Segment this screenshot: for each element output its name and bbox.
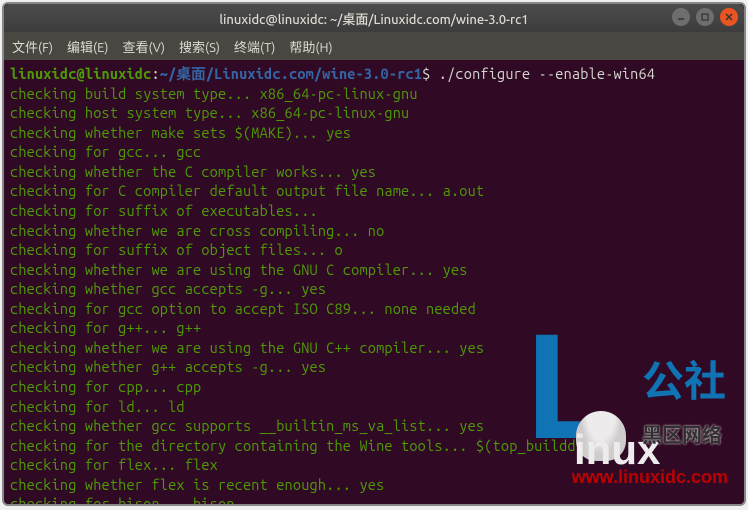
prompt-user-host: linuxidc@linuxidc <box>10 65 151 82</box>
command-text: ./configure --enable-win64 <box>439 65 655 82</box>
output-line: checking for suffix of object files... o <box>10 241 343 258</box>
output-line: checking for the directory containing th… <box>10 437 601 454</box>
output-line: checking for cpp... cpp <box>10 378 201 395</box>
terminal-output[interactable]: linuxidc@linuxidc:~/桌面/Linuxidc.com/wine… <box>4 60 744 506</box>
output-line: checking whether we are cross compiling.… <box>10 222 384 239</box>
output-line: checking for g++... g++ <box>10 319 201 336</box>
menu-bar: 文件(F) 编辑(E) 查看(V) 搜索(S) 终端(T) 帮助(H) <box>4 32 744 60</box>
output-line: checking whether g++ accepts -g... yes <box>10 358 326 375</box>
output-line: checking whether we are using the GNU C+… <box>10 339 484 356</box>
output-line: checking whether we are using the GNU C … <box>10 261 468 278</box>
output-line: checking for flex... flex <box>10 456 218 473</box>
menu-file[interactable]: 文件(F) <box>12 37 53 56</box>
menu-search[interactable]: 搜索(S) <box>179 37 220 56</box>
menu-help[interactable]: 帮助(H) <box>289 37 332 56</box>
output-line: checking host system type... x86_64-pc-l… <box>10 104 409 121</box>
output-line: checking for ld... ld <box>10 398 185 415</box>
output-line: checking build system type... x86_64-pc-… <box>10 85 418 102</box>
output-line: checking for gcc option to accept ISO C8… <box>10 300 476 317</box>
output-line: checking whether flex is recent enough..… <box>10 476 384 493</box>
prompt-symbol: $ <box>422 65 430 82</box>
output-line: checking whether the C compiler works...… <box>10 163 376 180</box>
minimize-button[interactable] <box>672 8 690 26</box>
menu-edit[interactable]: 编辑(E) <box>67 37 108 56</box>
output-line: checking for C compiler default output f… <box>10 182 484 199</box>
output-line: checking for gcc... gcc <box>10 143 201 160</box>
close-button[interactable] <box>720 8 738 26</box>
menu-terminal[interactable]: 终端(T) <box>234 37 275 56</box>
output-line: checking for suffix of executables... <box>10 202 318 219</box>
maximize-button[interactable] <box>696 8 714 26</box>
output-line: checking for bison... bison <box>10 495 235 506</box>
output-line: checking whether gcc accepts -g... yes <box>10 280 326 297</box>
window-title: linuxidc@linuxidc: ~/桌面/Linuxidc.com/win… <box>4 9 744 28</box>
window-titlebar: linuxidc@linuxidc: ~/桌面/Linuxidc.com/win… <box>4 4 744 32</box>
prompt-path: ~/桌面/Linuxidc.com/wine-3.0-rc1 <box>160 65 422 82</box>
output-line: checking whether make sets $(MAKE)... ye… <box>10 124 351 141</box>
menu-view[interactable]: 查看(V) <box>123 37 165 56</box>
output-line: checking whether gcc supports __builtin_… <box>10 417 484 434</box>
